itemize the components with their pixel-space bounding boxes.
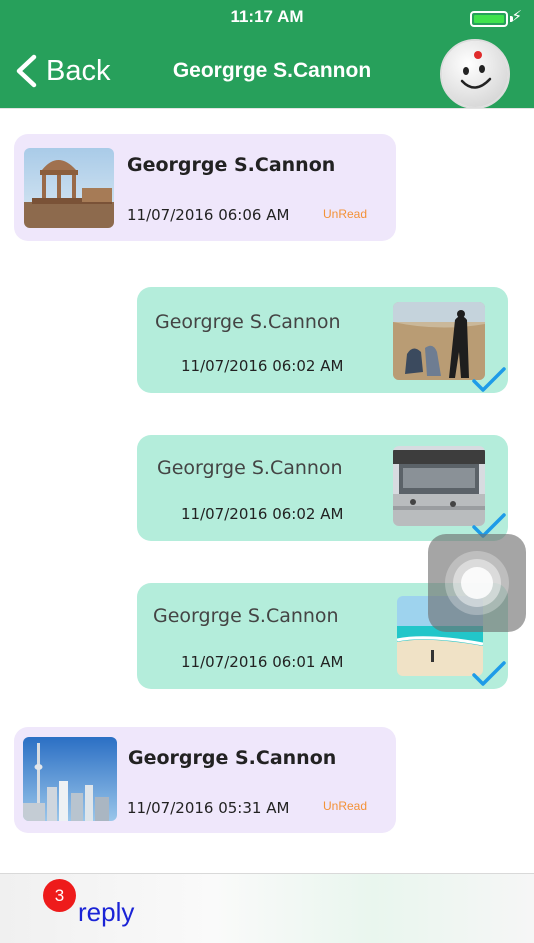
status-bar: 11:17 AM ⚡ xyxy=(0,0,534,36)
message-time: 11/07/2016 06:02 AM xyxy=(181,505,344,523)
smiley-face-icon xyxy=(442,41,508,107)
checkmark-icon xyxy=(472,661,506,686)
checkmark-icon xyxy=(472,367,506,392)
sender-name: Georgrge S.Cannon xyxy=(157,457,343,479)
message-bubble-incoming[interactable]: Georgrge S.Cannon 11/07/2016 06:06 AM Un… xyxy=(14,134,396,241)
sender-name: Georgrge S.Cannon xyxy=(155,311,341,333)
message-time: 11/07/2016 06:06 AM xyxy=(127,206,290,224)
pavilion-photo[interactable] xyxy=(24,148,114,228)
message-bubble-incoming[interactable]: Georgrge S.Cannon 11/07/2016 05:31 AM Un… xyxy=(14,727,396,833)
bottom-bar: 3 reply xyxy=(0,873,534,943)
battery-icon xyxy=(470,11,508,27)
message-time: 11/07/2016 06:02 AM xyxy=(181,357,344,375)
message-bubble-outgoing[interactable]: Georgrge S.Cannon 11/07/2016 06:02 AM xyxy=(137,287,508,393)
sender-name: Georgrge S.Cannon xyxy=(153,605,339,627)
city-skyline-photo[interactable] xyxy=(23,737,117,821)
sender-name: Georgrge S.Cannon xyxy=(127,154,336,176)
message-bubble-outgoing[interactable]: Georgrge S.Cannon 11/07/2016 06:02 AM xyxy=(137,435,508,541)
sender-name: Georgrge S.Cannon xyxy=(128,747,337,769)
status-time: 11:17 AM xyxy=(230,7,304,26)
charging-icon: ⚡ xyxy=(511,7,522,25)
unread-status: UnRead xyxy=(323,207,368,221)
reply-button[interactable]: reply xyxy=(78,897,134,928)
unread-count-badge: 3 xyxy=(43,879,76,912)
nav-bar: Back Georgrge S.Cannon xyxy=(0,36,534,109)
avatar[interactable] xyxy=(440,39,510,109)
assistive-touch-button[interactable] xyxy=(428,534,526,632)
message-time: 11/07/2016 06:01 AM xyxy=(181,653,344,671)
unread-status: UnRead xyxy=(323,799,368,813)
header-divider xyxy=(0,108,534,109)
message-time: 11/07/2016 05:31 AM xyxy=(127,799,290,817)
